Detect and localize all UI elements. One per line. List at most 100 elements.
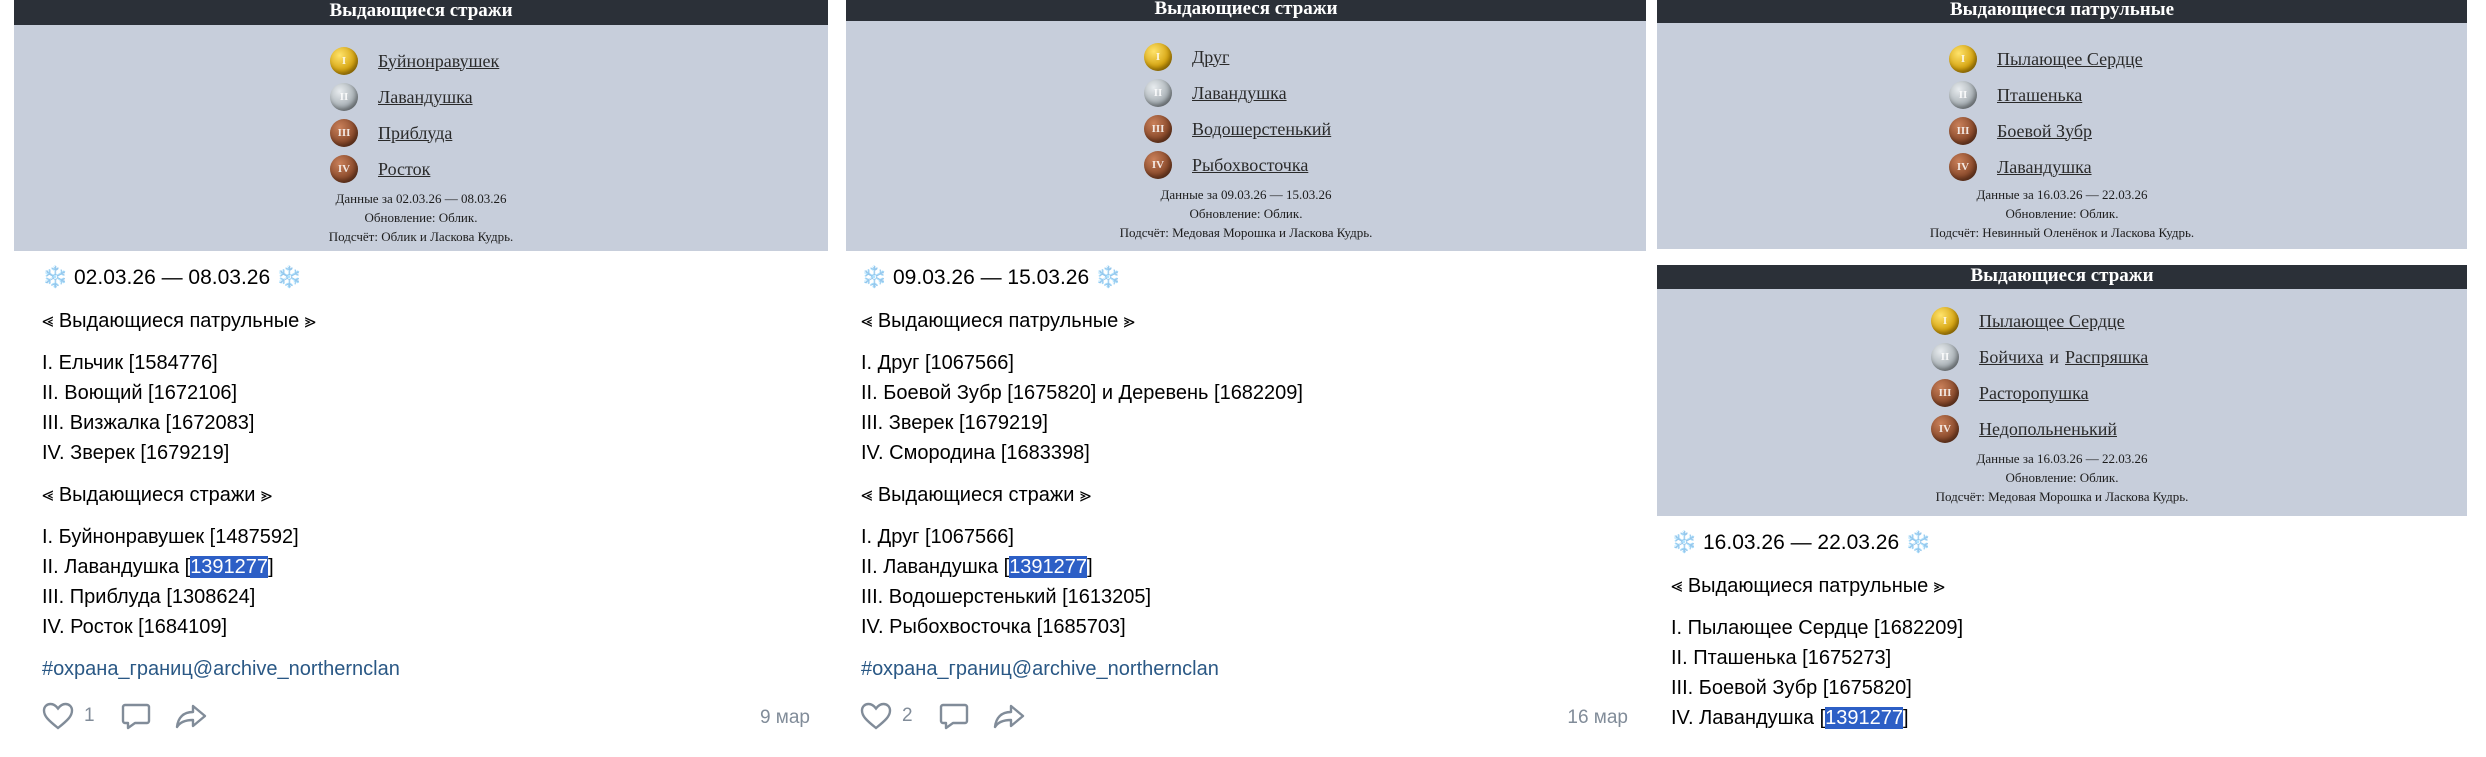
like-button[interactable]: 2 [860, 702, 913, 730]
list-item: III. Боевой Зубр [1675820] [1671, 677, 1912, 699]
gold-medal-icon: I [1949, 45, 1977, 73]
post-column-2: Выдающиеся стражи I Друг II Лавандушка III… [846, 0, 1646, 730]
banner-info-line: Данные за 16.03.26 — 22.03.26 [1976, 187, 2148, 202]
post-date-range: ❄️ 09.03.26 — 15.03.26 ❄️ [861, 266, 1122, 289]
snowflake-icon: ❄️ [42, 266, 69, 289]
banner-info-line: Обновление: Облик. [2005, 470, 2119, 485]
banner-info-line: Подсчёт: Медовая Морошка и Ласкова Кудрь… [1935, 489, 2189, 504]
heart-icon [42, 702, 74, 730]
share-button[interactable] [175, 702, 207, 730]
post-date[interactable]: 16 мар [1567, 707, 1628, 729]
list-item: I. Друг [1067566] [861, 352, 1014, 374]
medal-name: Пташенька [1997, 84, 2083, 105]
bronze-medal-icon: III [330, 119, 358, 147]
comment-button[interactable] [121, 702, 151, 730]
post-text: ❄️ 16.03.26 — 22.03.26 ❄️ ⪡ Выдающиеся п… [1657, 516, 2467, 733]
list-item: I. Ельчик [1584776] [42, 352, 218, 374]
highlighted-text[interactable]: 1391277 [1009, 556, 1088, 578]
medal-name: Боевой Зубр [1997, 120, 2092, 141]
bronze-medal-icon: IV [1931, 415, 1959, 443]
snowflake-icon: ❄️ [1905, 531, 1932, 554]
banner-title: Выдающиеся стражи [1657, 265, 2467, 289]
hashtag-link[interactable]: #охрана_границ@archive_northernclan [42, 654, 828, 684]
hashtag-link[interactable]: #охрана_границ@archive_northernclan [861, 654, 1646, 684]
like-count: 2 [902, 705, 913, 726]
gold-medal-icon: I [1931, 307, 1959, 335]
list-item: I. Друг [1067566] [861, 526, 1014, 548]
post-text: ❄️ 09.03.26 — 15.03.26 ❄️ ⪡ Выдающиеся п… [846, 251, 1646, 684]
list-item: III. Визжалка [1672083] [42, 412, 255, 434]
comment-icon [121, 703, 150, 730]
share-button[interactable] [993, 702, 1025, 730]
highlighted-text[interactable]: 1391277 [190, 556, 269, 578]
post-actions: 2 [860, 702, 1025, 730]
medal-name: Буйнонравушек [378, 50, 500, 71]
banner-info-line: Обновление: Облик. [2005, 206, 2119, 221]
silver-medal-icon: II [1931, 343, 1959, 371]
post-date-range: ❄️ 02.03.26 — 08.03.26 ❄️ [42, 266, 303, 289]
bronze-medal-icon: IV [1144, 151, 1172, 179]
list-item: II. Лавандушка [1391277] [861, 556, 1093, 578]
list-item: II. Пташенька [1675273] [1671, 647, 1892, 669]
banner-title: Выдающиеся стражи [14, 0, 828, 25]
like-button[interactable]: 1 [42, 702, 95, 730]
bronze-medal-icon: IV [330, 155, 358, 183]
banner-info-line: Данные за 16.03.26 — 22.03.26 [1976, 451, 2148, 466]
like-count: 1 [84, 705, 95, 726]
post-column-1: Выдающиеся стражи I Буйнонравушек II Лаван… [14, 0, 828, 730]
heart-icon [860, 702, 892, 730]
list-item: III. Водошерстенький [1613205] [861, 586, 1152, 608]
gold-medal-icon: I [1144, 43, 1172, 71]
post-actions: 1 [42, 702, 207, 730]
medal-name: Лавандушка [1192, 82, 1287, 103]
snowflake-icon: ❄️ [1095, 266, 1122, 289]
medal-name: Пылающее Сердце [1997, 48, 2143, 69]
silver-medal-icon: II [1949, 81, 1977, 109]
share-icon [175, 704, 206, 729]
conjunction: и [2049, 346, 2060, 367]
banner-image: I Друг II Лавандушка III Водошерстенький IV… [846, 21, 1646, 251]
list-item: II. Боевой Зубр [1675820] и Деревень [16… [861, 382, 1303, 404]
medal-name: Рыбохвосточка [1192, 154, 1309, 175]
section-heading: ⪡ Выдающиеся патрульные ⪢ [42, 310, 317, 332]
bronze-medal-icon: III [1144, 115, 1172, 143]
list-item: IV. Росток [1684109] [42, 616, 228, 638]
list-item: IV. Зверек [1679219] [42, 442, 230, 464]
medal-name: Расторопушка [1979, 382, 2089, 403]
banner-title: Выдающиеся патрульные [1657, 0, 2467, 23]
banner-image: I Пылающее Сердце II Бойчиха и Распряшка III… [1657, 289, 2467, 516]
highlighted-text[interactable]: 1391277 [1825, 707, 1904, 729]
snowflake-icon: ❄️ [1671, 531, 1698, 554]
section-heading: ⪡ Выдающиеся стражи ⪢ [861, 484, 1092, 506]
list-item: IV. Рыбохвосточка [1685703] [861, 616, 1126, 638]
medal-name: Бойчиха [1979, 346, 2044, 367]
gold-medal-icon: I [330, 47, 358, 75]
list-item: II. Лавандушка [1391277] [42, 556, 274, 578]
snowflake-icon: ❄️ [276, 266, 303, 289]
post-text: ❄️ 02.03.26 — 08.03.26 ❄️ ⪡ Выдающиеся п… [14, 251, 828, 684]
snowflake-icon: ❄️ [861, 266, 888, 289]
post-date-range: ❄️ 16.03.26 — 22.03.26 ❄️ [1671, 531, 1932, 554]
silver-medal-icon: II [1144, 79, 1172, 107]
post-column-3: Выдающиеся патрульные I Пылающее Сердце I… [1657, 0, 2467, 733]
list-item: I. Буйнонравушек [1487592] [42, 526, 299, 548]
comment-icon [939, 703, 968, 730]
silver-medal-icon: II [330, 83, 358, 111]
banner-image: I Пылающее Сердце II Пташенька III Боевой З… [1657, 23, 2467, 249]
list-item: IV. Смородина [1683398] [861, 442, 1090, 464]
medal-name: Лавандушка [378, 86, 473, 107]
post-date[interactable]: 9 мар [760, 707, 810, 729]
medal-name: Распряшка [2065, 346, 2149, 367]
medal-name: Друг [1192, 46, 1230, 67]
banner-info-line: Подсчёт: Облик и Ласкова Кудрь. [328, 229, 514, 244]
section-heading: ⪡ Выдающиеся стражи ⪢ [42, 484, 273, 506]
list-item: IV. Лавандушка [1391277] [1671, 707, 1909, 729]
banner-info-line: Данные за 02.03.26 — 08.03.26 [335, 191, 507, 206]
list-item: I. Пылающее Сердце [1682209] [1671, 617, 1964, 639]
banner-image: I Буйнонравушек II Лавандушка III Приблуда … [14, 25, 828, 251]
comment-button[interactable] [939, 702, 969, 730]
banner-info-line: Подсчёт: Невинный Оленёнок и Ласкова Куд… [1929, 225, 2195, 240]
banner-info-line: Обновление: Облик. [1189, 206, 1303, 221]
medal-name: Росток [378, 158, 431, 179]
list-item: III. Зверек [1679219] [861, 412, 1048, 434]
